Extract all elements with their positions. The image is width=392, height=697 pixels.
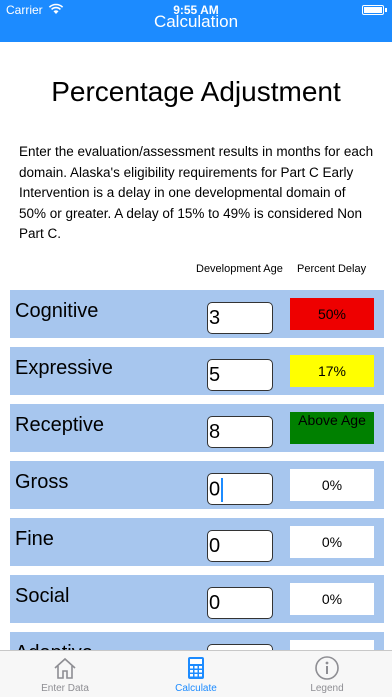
tab-label: Calculate xyxy=(175,683,217,694)
domain-row-cognitive: Cognitive 3 50% xyxy=(10,290,384,338)
nav-title: Calculation xyxy=(153,12,239,31)
age-input-social[interactable]: 0 xyxy=(207,587,273,619)
percent-delay-receptive: Above Age xyxy=(290,412,374,444)
domain-row-adaptive: Adaptive 0 0% xyxy=(10,632,384,650)
domain-name: Expressive xyxy=(15,357,113,379)
info-icon xyxy=(315,656,339,680)
domain-name: Gross xyxy=(15,471,69,493)
tab-bar: Enter Data Calculate Legend xyxy=(0,650,392,697)
column-header-development-age: Development Age xyxy=(196,263,283,275)
tab-calculate[interactable]: Calculate xyxy=(131,651,261,697)
domain-row-fine: Fine 0 0% xyxy=(10,518,384,566)
domain-list: Cognitive 3 50% Expressive 5 17% Recepti… xyxy=(10,290,384,650)
domain-row-receptive: Receptive 8 Above Age xyxy=(10,404,384,452)
domain-name: Fine xyxy=(15,528,54,550)
domain-row-expressive: Expressive 5 17% xyxy=(10,347,384,395)
navigation-bar: Carrier 9:55 AM Calculation xyxy=(0,0,392,42)
age-input-receptive[interactable]: 8 xyxy=(207,416,273,448)
percent-delay-expressive: 17% xyxy=(290,355,374,387)
tab-label: Enter Data xyxy=(41,683,89,694)
text-cursor xyxy=(221,478,224,502)
page-title: Percentage Adjustment xyxy=(51,76,341,107)
percent-delay-adaptive: 0% xyxy=(290,640,374,650)
age-input-cognitive[interactable]: 3 xyxy=(207,302,273,334)
domain-name: Adaptive xyxy=(15,642,93,650)
domain-name: Receptive xyxy=(15,414,104,436)
domain-row-gross: Gross 0 0% xyxy=(10,461,384,509)
age-input-expressive[interactable]: 5 xyxy=(207,359,273,391)
intro-text: Enter the evaluation/assessment results … xyxy=(19,144,374,241)
age-input-fine[interactable]: 0 xyxy=(207,530,273,562)
age-input-gross[interactable]: 0 xyxy=(207,473,273,505)
calculator-icon xyxy=(188,657,204,679)
percent-delay-cognitive: 50% xyxy=(290,298,374,330)
column-header-percent-delay: Percent Delay xyxy=(297,263,367,275)
age-input-value: 0 xyxy=(209,478,221,501)
domain-name: Social xyxy=(15,585,70,607)
home-icon xyxy=(54,657,76,679)
domain-row-social: Social 0 0% xyxy=(10,575,384,623)
percent-delay-gross: 0% xyxy=(290,469,374,501)
percent-delay-fine: 0% xyxy=(290,526,374,558)
tab-label: Legend xyxy=(310,683,344,694)
domain-name: Cognitive xyxy=(15,300,99,322)
tab-enter-data[interactable]: Enter Data xyxy=(0,651,130,697)
percent-delay-social: 0% xyxy=(290,583,374,615)
tab-legend[interactable]: Legend xyxy=(262,651,392,697)
